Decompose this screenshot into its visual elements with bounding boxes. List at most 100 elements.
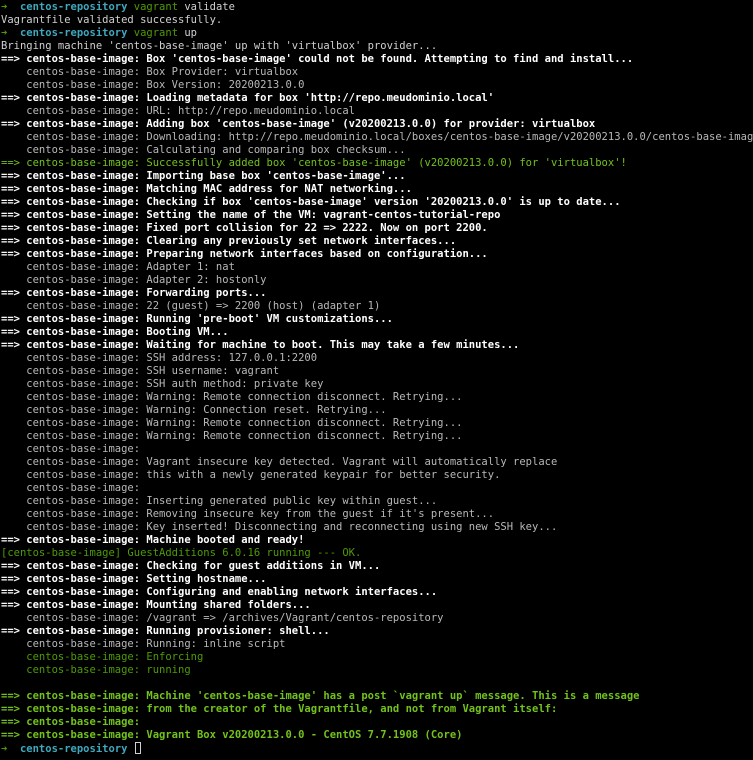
- terminal-line: ==> centos-base-image:: [1, 716, 753, 729]
- terminal-line: ==> centos-base-image: Running 'pre-boot…: [1, 313, 753, 326]
- terminal-line: centos-base-image: /vagrant => /archives…: [1, 612, 753, 625]
- terminal-line: ==> centos-base-image: Running provision…: [1, 625, 753, 638]
- terminal-line: ==> centos-base-image: Successfully adde…: [1, 157, 753, 170]
- terminal-text: centos-base-image: this with a newly gen…: [1, 469, 501, 481]
- terminal-text: ==> centos-base-image: Booting VM...: [1, 326, 229, 338]
- terminal-line: ➜ centos-repository vagrant up: [1, 27, 753, 40]
- terminal-line: ==> centos-base-image: Configuring and e…: [1, 586, 753, 599]
- terminal-line: centos-base-image: 22 (guest) => 2200 (h…: [1, 300, 753, 313]
- terminal-text: ==> centos-base-image: Setting the name …: [1, 209, 501, 221]
- terminal-line: centos-base-image: Downloading: http://r…: [1, 131, 753, 144]
- terminal-window[interactable]: ➜ centos-repository vagrant validate Vagr…: [0, 0, 753, 760]
- terminal-line: centos-base-image: SSH username: vagrant: [1, 365, 753, 378]
- terminal-line: ==> centos-base-image: Machine booted an…: [1, 534, 753, 547]
- terminal-text: centos-base-image: Warning: Remote conne…: [1, 417, 463, 429]
- terminal-line: centos-base-image: Calculating and compa…: [1, 144, 753, 157]
- terminal-text: centos-base-image: Adapter 1: nat: [1, 261, 235, 273]
- terminal-text: centos-base-image: Adapter 2: hostonly: [1, 274, 267, 286]
- terminal-line: centos-base-image: Box Version: 20200213…: [1, 79, 753, 92]
- terminal-line: ==> centos-base-image: Vagrant Box v2020…: [1, 729, 753, 742]
- prompt-arrow: ➜: [1, 1, 20, 13]
- terminal-line: centos-base-image: Warning: Remote conne…: [1, 430, 753, 443]
- terminal-line: centos-base-image: Removing insecure key…: [1, 508, 753, 521]
- terminal-line: centos-base-image: Adapter 2: hostonly: [1, 274, 753, 287]
- terminal-line: centos-base-image: Warning: Remote conne…: [1, 417, 753, 430]
- terminal-line: ==> centos-base-image: Setting hostname.…: [1, 573, 753, 586]
- terminal-text: centos-base-image: Enforcing: [1, 651, 204, 663]
- terminal-text: centos-repository: [19, 1, 128, 13]
- terminal-text: ==> centos-base-image: Matching MAC addr…: [1, 183, 412, 195]
- terminal-text: centos-base-image: Warning: Remote conne…: [1, 430, 463, 442]
- terminal-text: ==> centos-base-image: Fixed port collis…: [1, 222, 488, 234]
- terminal-line: centos-base-image: Running: inline scrip…: [1, 638, 753, 651]
- terminal-line: ==> centos-base-image: Booting VM...: [1, 326, 753, 339]
- terminal-text: Bringing machine 'centos-base-image' up …: [1, 40, 438, 52]
- terminal-text: ==> centos-base-image: Running provision…: [1, 625, 330, 637]
- terminal-text: centos-base-image: Running: inline scrip…: [1, 638, 286, 650]
- terminal-text: up: [178, 27, 197, 39]
- prompt-arrow: ➜: [1, 27, 20, 39]
- terminal-text: centos-base-image: SSH username: vagrant: [1, 365, 280, 377]
- terminal-text: ==> centos-base-image: from the creator …: [1, 703, 558, 715]
- terminal-line: Vagrantfile validated successfully.: [1, 14, 753, 27]
- terminal-line: centos-base-image: Warning: Remote conne…: [1, 391, 753, 404]
- terminal-line: centos-base-image: SSH auth method: priv…: [1, 378, 753, 391]
- terminal-line: ==> centos-base-image: Machine 'centos-b…: [1, 690, 753, 703]
- terminal-text: ==> centos-base-image: Importing base bo…: [1, 170, 406, 182]
- terminal-line: centos-base-image: running: [1, 664, 753, 677]
- terminal-line: centos-base-image: Adapter 1: nat: [1, 261, 753, 274]
- terminal-line: ==> centos-base-image: Setting the name …: [1, 209, 753, 222]
- terminal-text: [centos-base-image] GuestAdditions 6.0.1…: [1, 547, 362, 559]
- terminal-text: centos-base-image:: [1, 482, 141, 494]
- terminal-text: ==> centos-base-image: Clearing any prev…: [1, 235, 457, 247]
- terminal-text: centos-base-image: 22 (guest) => 2200 (h…: [1, 300, 381, 312]
- terminal-line: centos-base-image: Warning: Connection r…: [1, 404, 753, 417]
- terminal-text: centos-base-image: Box Version: 20200213…: [1, 79, 305, 91]
- terminal-text: centos-base-image: Warning: Connection r…: [1, 404, 387, 416]
- terminal-line: ==> centos-base-image: Checking if box '…: [1, 196, 753, 209]
- terminal-line: centos-base-image:: [1, 443, 753, 456]
- terminal-text: ==> centos-base-image: Configuring and e…: [1, 586, 438, 598]
- terminal-text: ==> centos-base-image: Forwarding ports.…: [1, 287, 267, 299]
- terminal-line: ==> centos-base-image: Checking for gues…: [1, 560, 753, 573]
- terminal-text: ==> centos-base-image: Loading metadata …: [1, 92, 495, 104]
- terminal-text: centos-base-image: /vagrant => /archives…: [1, 612, 444, 624]
- terminal-text: vagrant: [127, 1, 179, 13]
- terminal-line: ==> centos-base-image: Box 'centos-base-…: [1, 53, 753, 66]
- terminal-line: ➜ centos-repository vagrant validate: [1, 1, 753, 14]
- terminal-text: ==> centos-base-image: Machine booted an…: [1, 534, 305, 546]
- terminal-text: validate: [178, 1, 235, 13]
- terminal-line: centos-base-image: Inserting generated p…: [1, 495, 753, 508]
- terminal-line: ==> centos-base-image: Clearing any prev…: [1, 235, 753, 248]
- terminal-line: centos-base-image: Enforcing: [1, 651, 753, 664]
- terminal-text: centos-repository: [19, 743, 128, 755]
- terminal-line: centos-base-image: this with a newly gen…: [1, 469, 753, 482]
- terminal-line: ==> centos-base-image: Importing base bo…: [1, 170, 753, 183]
- terminal-line: ==> centos-base-image: Matching MAC addr…: [1, 183, 753, 196]
- terminal-text: centos-base-image: Key inserted! Disconn…: [1, 521, 558, 533]
- terminal-line: ==> centos-base-image: Adding box 'cento…: [1, 118, 753, 131]
- terminal-text: centos-base-image: SSH address: 127.0.0.…: [1, 352, 318, 364]
- terminal-text: centos-base-image: Box Provider: virtual…: [1, 66, 299, 78]
- terminal-text: ==> centos-base-image: Vagrant Box v2020…: [1, 729, 463, 741]
- terminal-text: centos-repository: [19, 27, 128, 39]
- terminal-line: Bringing machine 'centos-base-image' up …: [1, 40, 753, 53]
- terminal-text: ==> centos-base-image: Running 'pre-boot…: [1, 313, 393, 325]
- terminal-text: ==> centos-base-image: Preparing network…: [1, 248, 488, 260]
- terminal-text: centos-base-image: Warning: Remote conne…: [1, 391, 463, 403]
- terminal-text: centos-base-image:: [1, 443, 141, 455]
- terminal-text: ==> centos-base-image:: [1, 716, 141, 728]
- terminal-line: ==> centos-base-image: from the creator …: [1, 703, 753, 716]
- terminal-text: centos-base-image: Downloading: http://r…: [1, 131, 753, 143]
- terminal-line: centos-base-image:: [1, 482, 753, 495]
- terminal-line: ==> centos-base-image: Mounting shared f…: [1, 599, 753, 612]
- terminal-text: centos-base-image: Inserting generated p…: [1, 495, 438, 507]
- terminal-line: centos-base-image: Key inserted! Disconn…: [1, 521, 753, 534]
- terminal-text: centos-base-image: URL: http://repo.meud…: [1, 105, 356, 117]
- terminal-text: centos-base-image: Removing insecure key…: [1, 508, 495, 520]
- terminal-line: ==> centos-base-image: Waiting for machi…: [1, 339, 753, 352]
- terminal-text: ==> centos-base-image: Checking if box '…: [1, 196, 621, 208]
- terminal-line: centos-base-image: URL: http://repo.meud…: [1, 105, 753, 118]
